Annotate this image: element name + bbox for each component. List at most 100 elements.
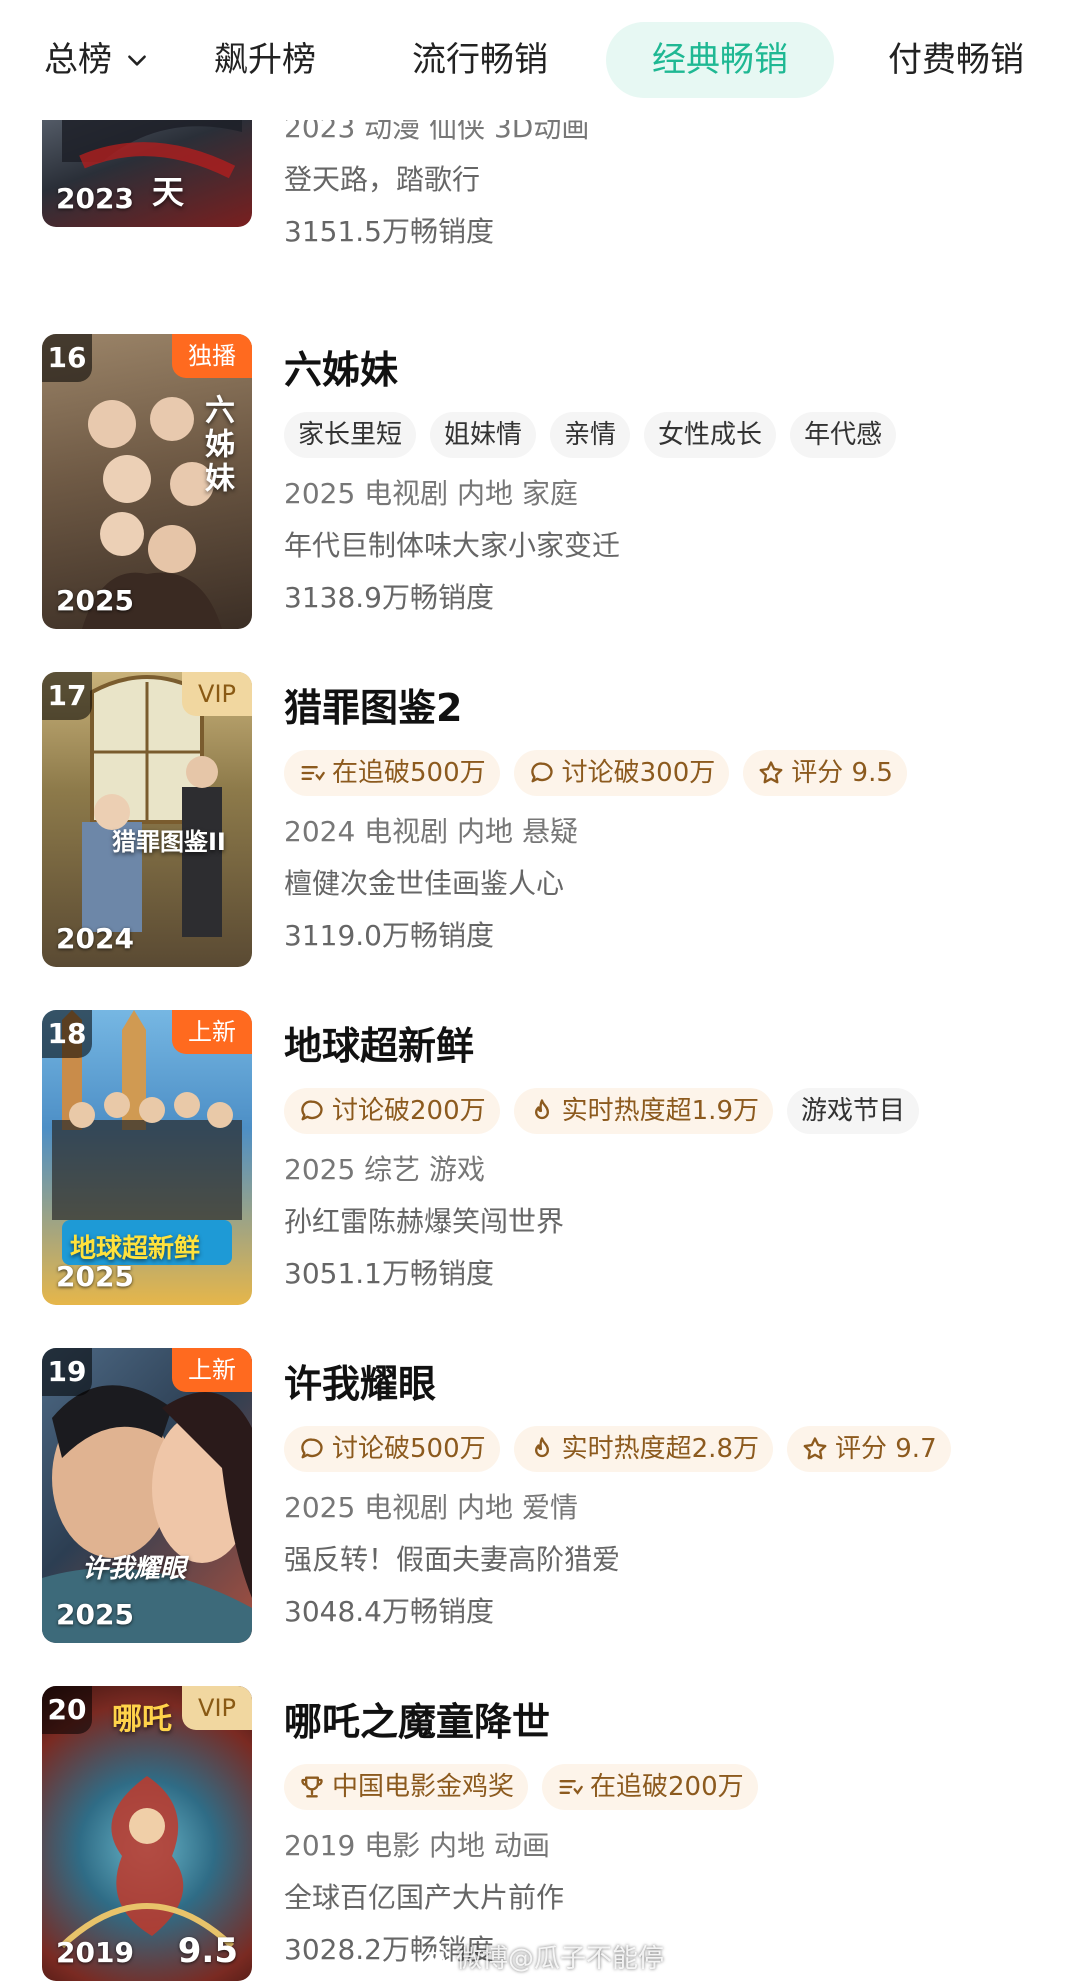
tag-label: 讨论破200万 [332, 1096, 486, 1126]
item-description: 强反转！假面夫妻高阶猎爱 [284, 1543, 621, 1576]
poster-title-text: 天 [152, 173, 185, 211]
item-info: 六姊妹 家长里短 姐妹情 亲情 女性成长 年代感 2025 电视剧 内地 家庭 … [284, 334, 1054, 624]
exclusive-badge: 独播 [172, 334, 252, 378]
following-tag[interactable]: 在追破200万 [542, 1764, 758, 1810]
following-tag[interactable]: 在追破500万 [284, 750, 500, 796]
poster-title-text: 六姊妹 [199, 394, 234, 496]
tag-row: 在追破500万 讨论破300万 评分 9.5 [284, 750, 1054, 796]
list-item[interactable]: 地球超新鲜 18 上新 2025 地球超新鲜 讨论破200万 实时热度超1.9万… [0, 1010, 1074, 1310]
category-tab-bar: 总榜 飙升榜 流行畅销 经典畅销 付费畅销 [0, 0, 1074, 120]
poster-year: 2019 [56, 1936, 134, 1969]
tag-chip[interactable]: 女性成长 [644, 412, 777, 458]
new-badge: 上新 [172, 1010, 252, 1054]
tab-classic-label: 经典畅销 [652, 40, 788, 80]
item-title[interactable]: 地球超新鲜 [284, 1016, 1054, 1076]
rank-number: 19 [42, 1348, 92, 1396]
item-info: 猎罪图鉴2 在追破500万 讨论破300万 评分 9.5 2024 电视剧 内地… [284, 672, 1054, 962]
poster-image[interactable]: 地球超新鲜 18 上新 2025 [42, 1010, 252, 1305]
comment-icon [301, 1438, 323, 1459]
tab-paid[interactable]: 付费畅销 [888, 22, 1024, 98]
item-sales: 3138.9万畅销度 [284, 581, 494, 614]
weibo-watermark: 微博@瓜子不能停 [420, 1938, 664, 1975]
list-item[interactable]: 许我耀眼 19 上新 2025 许我耀眼 讨论破500万 实时热度超2.8万 评… [0, 1348, 1074, 1648]
tag-label: 实时热度超2.8万 [561, 1434, 759, 1464]
item-sales: 3051.1万畅销度 [284, 1257, 494, 1290]
item-description: 全球百亿国产大片前作 [284, 1881, 565, 1914]
list-item[interactable]: 猎罪图鉴II 17 VIP 2024 猎罪图鉴2 在追破500万 讨论破300万… [0, 672, 1074, 972]
item-title[interactable]: 六姊妹 [284, 340, 1054, 400]
tag-label: 中国电影金鸡奖 [332, 1772, 515, 1802]
item-meta: 2024 电视剧 内地 悬疑 [284, 815, 578, 848]
tag-label: 讨论破500万 [332, 1434, 486, 1464]
item-title[interactable]: 哪吒之魔童降世 [284, 1692, 1054, 1752]
item-description: 孙红雷陈赫爆笑闯世界 [284, 1205, 565, 1238]
tag-chip[interactable]: 年代感 [790, 412, 897, 458]
item-info: 许我耀眼 讨论破500万 实时热度超2.8万 评分 9.7 2025 电视剧 内… [284, 1348, 1054, 1638]
tag-label: 在追破200万 [590, 1772, 744, 1802]
tag-chip[interactable]: 亲情 [550, 412, 631, 458]
poster-year: 2025 [56, 1598, 134, 1631]
flame-icon [534, 1437, 549, 1458]
rating-tag[interactable]: 评分 9.5 [743, 750, 907, 796]
heat-tag[interactable]: 实时热度超2.8万 [513, 1426, 773, 1472]
poster-year: 2023 [56, 182, 134, 215]
rank-number: 18 [42, 1010, 92, 1058]
tag-chip[interactable]: 姐妹情 [430, 412, 537, 458]
tag-chip[interactable]: 家长里短 [284, 412, 417, 458]
item-title[interactable]: 猎罪图鉴2 [284, 678, 1054, 738]
poster-year: 2025 [56, 584, 134, 617]
item-meta: 2025 电视剧 内地 家庭 [284, 477, 578, 510]
tag-label: 评分 9.5 [791, 758, 893, 788]
item-info: 哪吒之魔童降世 中国电影金鸡奖 在追破200万 2019 电影 内地 动画 全球… [284, 1686, 1054, 1976]
list-icon [301, 766, 325, 781]
star-icon [759, 761, 783, 784]
item-description: 檀健次金世佳画鉴人心 [284, 867, 565, 900]
tag-row: 家长里短 姐妹情 亲情 女性成长 年代感 [284, 412, 1054, 458]
item-sales: 3151.5万畅销度 [284, 215, 494, 248]
item-info: 2023 动漫 仙侠 3D动画 登天路，踏歌行 3151.5万畅销度 [284, 102, 1054, 258]
poster-image[interactable]: 六姊妹 16 独播 2025 [42, 334, 252, 629]
poster-year: 2025 [56, 1260, 134, 1293]
tag-row: 讨论破200万 实时热度超1.9万 游戏节目 [284, 1088, 1054, 1134]
tag-label: 评分 9.7 [835, 1434, 937, 1464]
discussion-tag[interactable]: 讨论破200万 [284, 1088, 500, 1134]
discussion-tag[interactable]: 讨论破500万 [284, 1426, 500, 1472]
poster-score: 9.5 [177, 1931, 238, 1971]
tag-row: 讨论破500万 实时热度超2.8万 评分 9.7 [284, 1426, 1054, 1472]
new-badge: 上新 [172, 1348, 252, 1392]
rating-tag[interactable]: 评分 9.7 [787, 1426, 951, 1472]
poster-title-text: 许我耀眼 [82, 1554, 187, 1584]
tab-popular[interactable]: 流行畅销 [412, 22, 548, 98]
poster-image[interactable]: 哪吒 20 VIP 2019 9.5 [42, 1686, 252, 1981]
poster-title-text: 猎罪图鉴II [112, 828, 226, 856]
item-sales: 3028.2万畅销度 [284, 1933, 494, 1966]
comment-icon [530, 762, 553, 783]
item-description: 登天路，踏歌行 [284, 163, 481, 196]
tag-chip[interactable]: 游戏节目 [787, 1088, 920, 1134]
item-meta: 2019 电影 内地 动画 [284, 1829, 550, 1862]
item-sales: 3048.4万畅销度 [284, 1595, 494, 1628]
discussion-tag[interactable]: 讨论破300万 [513, 750, 730, 796]
weibo-icon [421, 1947, 448, 1968]
poster-image[interactable]: 许我耀眼 19 上新 2025 [42, 1348, 252, 1643]
tab-overall[interactable]: 总榜 [44, 22, 150, 98]
list-item[interactable]: 哪吒 20 VIP 2019 9.5 哪吒之魔童降世 中国电影金鸡奖 在追破20… [0, 1686, 1074, 1981]
item-sales: 3119.0万畅销度 [284, 919, 494, 952]
rank-number: 20 [42, 1686, 92, 1734]
heat-tag[interactable]: 实时热度超1.9万 [513, 1088, 773, 1134]
list-item[interactable]: 六姊妹 16 独播 2025 六姊妹 家长里短 姐妹情 亲情 女性成长 年代感 … [0, 334, 1074, 634]
item-title[interactable]: 许我耀眼 [284, 1354, 1054, 1414]
item-meta: 2025 综艺 游戏 [284, 1153, 486, 1186]
award-tag[interactable]: 中国电影金鸡奖 [284, 1764, 529, 1810]
watermark-text: 微博@瓜子不能停 [456, 1944, 665, 1974]
tag-label: 讨论破300万 [561, 758, 716, 788]
chevron-down-icon [128, 55, 146, 66]
rank-number: 16 [42, 334, 92, 382]
tab-classic[interactable]: 经典畅销 [606, 22, 834, 98]
tag-label: 在追破500万 [332, 758, 486, 788]
flame-icon [534, 1099, 549, 1120]
item-meta: 2025 电视剧 内地 爱情 [284, 1491, 578, 1524]
poster-image[interactable]: 猎罪图鉴II 17 VIP 2024 [42, 672, 252, 967]
tab-rising[interactable]: 飙升榜 [214, 22, 316, 98]
tab-popular-label: 流行畅销 [412, 40, 548, 80]
